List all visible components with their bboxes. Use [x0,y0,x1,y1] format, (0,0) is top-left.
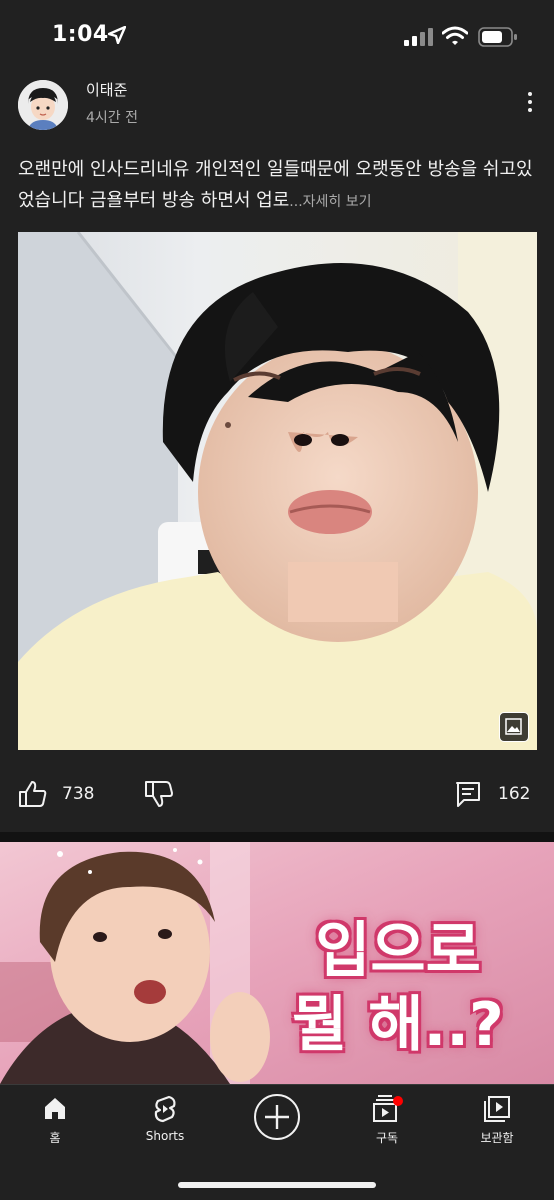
comment-icon[interactable] [454,780,482,808]
read-more-link[interactable]: ...자세히 보기 [289,194,371,210]
image-gallery-icon[interactable] [499,712,529,742]
thumbnail-caption-line2: 뭘 해..? [292,990,504,1060]
location-arrow-icon [108,26,126,44]
nav-home-label: 홈 [49,1131,61,1145]
nav-shorts[interactable]: Shorts [110,1085,220,1155]
selfie-photo [18,232,537,750]
wifi-icon [442,26,468,45]
more-options-icon[interactable] [522,92,538,118]
status-bar: 1:04 [0,0,554,70]
battery-icon [478,27,517,47]
nav-subscriptions[interactable]: 구독 [332,1085,442,1155]
channel-name[interactable]: 이태준 [86,79,127,100]
avatar-cartoon-icon [18,80,68,130]
video-thumbnail[interactable]: 입으로 뭘 해..? [0,842,554,1084]
post-actions: 738 162 [0,770,554,818]
nav-library-label: 보관함 [480,1131,514,1145]
nav-subscriptions-label: 구독 [375,1131,399,1145]
status-time: 1:04 [52,22,109,47]
post-text[interactable]: 오랜만에 인사드리네유 개인적인 일들때문에 오랫동안 방송을 쉬고있었습니다 … [18,154,538,218]
like-icon[interactable] [18,780,48,808]
nav-create[interactable] [222,1085,332,1155]
create-icon [254,1094,300,1140]
section-divider [0,832,554,842]
post-body: 오랜만에 인사드리네유 개인적인 일들때문에 오랫동안 방송을 쉬고있었습니다 … [18,159,533,211]
home-indicator[interactable] [178,1182,376,1188]
comment-count: 162 [498,784,531,804]
like-count: 738 [62,784,95,804]
post-image[interactable] [18,232,537,750]
home-icon [45,1098,65,1119]
subscriptions-icon [373,1095,403,1122]
community-post: 이태준 4시간 전 오랜만에 인사드리네유 개인적인 일들때문에 오랫동안 방송… [0,70,554,832]
post-timestamp: 4시간 전 [86,110,138,126]
nav-shorts-label: Shorts [145,1129,185,1143]
library-icon [484,1096,510,1122]
shorts-icon [154,1095,176,1123]
dislike-icon[interactable] [144,780,174,808]
thumbnail-caption-line1: 입으로 [315,916,481,986]
avatar[interactable] [18,80,68,130]
nav-library[interactable]: 보관함 [442,1085,552,1155]
thumbnail-caption: 입으로 뭘 해..? [258,914,538,1062]
cellular-signal-icon [404,28,433,46]
nav-home[interactable]: 홈 [0,1085,110,1155]
